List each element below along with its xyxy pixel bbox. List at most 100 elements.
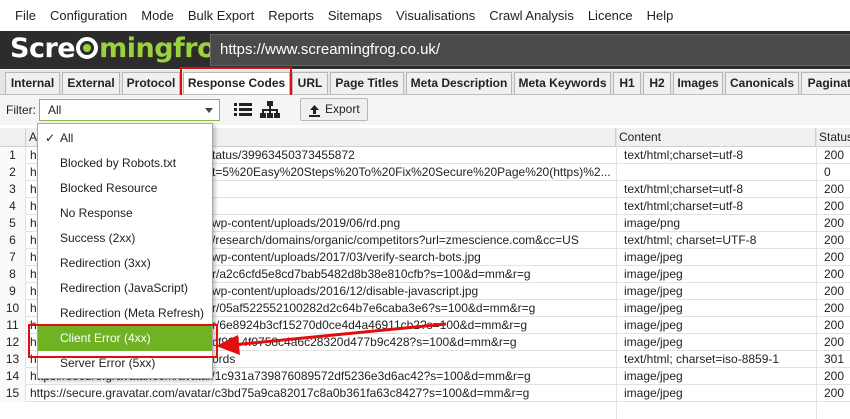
tab-h1[interactable]: H1 <box>613 72 641 94</box>
content-type-cell: image/jpeg <box>624 318 683 332</box>
status-code-cell: 200 <box>824 369 845 383</box>
address-cell-tail: tatus/39963450373455872 <box>212 148 355 162</box>
menu-item-reports[interactable]: Reports <box>261 8 321 23</box>
dropdown-option-redirection-javascript[interactable]: Redirection (JavaScript) <box>38 276 212 301</box>
status-code-cell: 200 <box>824 318 845 332</box>
row-number: 11 <box>0 317 26 334</box>
filter-toolbar: Filter: All Export <box>0 95 850 125</box>
row-number: 8 <box>0 266 26 283</box>
status-code-cell: 200 <box>824 199 845 213</box>
menu-item-configuration[interactable]: Configuration <box>43 8 134 23</box>
filter-selected-value: All <box>48 103 62 117</box>
dropdown-option-success-2xx[interactable]: Success (2xx) <box>38 226 212 251</box>
brand-bar: Scre mingfrog https://www.screamingfrog.c… <box>0 31 850 69</box>
address-cell-tail: r/05af522552100282d2c64b7e6caba3e6?s=100… <box>212 301 536 315</box>
dropdown-option-blocked-resource[interactable]: Blocked Resource <box>38 176 212 201</box>
tab-paginati[interactable]: Paginati <box>801 72 850 94</box>
content-type-cell <box>624 164 816 181</box>
row-number: 13 <box>0 351 26 368</box>
row-number: 3 <box>0 181 26 198</box>
logo-ring-icon <box>76 37 99 59</box>
tab-external[interactable]: External <box>62 72 120 94</box>
status-code-cell: 200 <box>824 301 845 315</box>
menu-item-sitemaps[interactable]: Sitemaps <box>321 8 389 23</box>
row-number: 4 <box>0 198 26 215</box>
tree-view-icon[interactable] <box>258 99 282 121</box>
dropdown-option-label: No Response <box>60 206 133 220</box>
dropdown-option-label: Redirection (3xx) <box>60 256 151 270</box>
content-column-header[interactable]: Content <box>616 128 816 147</box>
status-code-cell: 200 <box>824 386 845 400</box>
dropdown-option-client-error-4xx[interactable]: Client Error (4xx) <box>38 326 212 351</box>
row-number: 2 <box>0 164 26 181</box>
table-row[interactable]: 15 https://secure.gravatar.com/avatar/c3b… <box>0 385 850 402</box>
content-type-cell: image/jpeg <box>624 284 683 298</box>
url-input[interactable]: https://www.screamingfrog.co.uk/ <box>210 34 850 66</box>
status-column-header[interactable]: Status <box>816 128 850 147</box>
tab-internal[interactable]: Internal <box>5 72 60 94</box>
address-cell-tail: t=5%20Easy%20Steps%20To%20Fix%20Secure%2… <box>212 165 611 179</box>
content-type-cell: image/jpeg <box>624 369 683 383</box>
address-cell-tail: r/a2c6cfd5e8cd7bab5482d8b38e810cfb?s=100… <box>212 267 531 281</box>
status-code-cell: 200 <box>824 250 845 264</box>
status-code-cell: 200 <box>824 148 845 162</box>
list-view-icon[interactable] <box>231 99 255 121</box>
status-code-cell: 200 <box>824 233 845 247</box>
tab-url[interactable]: URL <box>292 72 328 94</box>
dropdown-option-server-error-5xx[interactable]: Server Error (5xx) <box>38 351 212 376</box>
dropdown-option-blocked-by-robots-txt[interactable]: Blocked by Robots.txt <box>38 151 212 176</box>
content-type-cell: image/jpeg <box>624 386 683 400</box>
upload-icon <box>308 103 321 124</box>
address-cell-tail: wp-content/uploads/2017/03/verify-search… <box>212 250 481 264</box>
dropdown-option-label: Redirection (Meta Refresh) <box>60 306 205 320</box>
row-number: 1 <box>0 147 26 164</box>
tab-protocol[interactable]: Protocol <box>122 72 180 94</box>
tab-canonicals[interactable]: Canonicals <box>725 72 799 94</box>
row-number: 10 <box>0 300 26 317</box>
tab-h2[interactable]: H2 <box>643 72 671 94</box>
dropdown-option-no-response[interactable]: No Response <box>38 201 212 226</box>
address-cell-tail: /research/domains/organic/competitors?ur… <box>212 233 579 247</box>
content-type-cell: image/jpeg <box>624 250 683 264</box>
dropdown-option-label: Success (2xx) <box>60 231 136 245</box>
menu-item-visualisations[interactable]: Visualisations <box>389 8 482 23</box>
tab-meta-keywords[interactable]: Meta Keywords <box>514 72 611 94</box>
content-type-cell: image/jpeg <box>624 335 683 349</box>
content-type-cell: image/jpeg <box>624 267 683 281</box>
status-code-cell: 200 <box>824 335 845 349</box>
dropdown-option-redirection-3xx[interactable]: Redirection (3xx) <box>38 251 212 276</box>
tab-images[interactable]: Images <box>673 72 723 94</box>
filter-select[interactable]: All <box>39 99 220 121</box>
tab-response-codes[interactable]: Response Codes <box>183 72 290 94</box>
row-number: 6 <box>0 232 26 249</box>
menu-item-help[interactable]: Help <box>640 8 681 23</box>
row-number: 5 <box>0 215 26 232</box>
dropdown-option-label: Redirection (JavaScript) <box>60 281 189 295</box>
address-cell-tail: r/6e8924b3cf15270d0ce4d4a46911cb2?s=100&… <box>212 318 528 332</box>
tab-page-titles[interactable]: Page Titles <box>330 72 404 94</box>
content-type-cell: text/html;charset=utf-8 <box>624 182 744 196</box>
menu-item-mode[interactable]: Mode <box>134 8 181 23</box>
filter-label: Filter: <box>6 103 36 117</box>
screaming-frog-logo: Scre mingfrog <box>10 33 234 64</box>
menu-item-licence[interactable]: Licence <box>581 8 640 23</box>
dropdown-option-label: Blocked by Robots.txt <box>60 156 177 170</box>
dropdown-option-label: All <box>60 131 74 145</box>
dropdown-option-label: Server Error (5xx) <box>60 356 156 370</box>
export-button[interactable]: Export <box>300 98 368 121</box>
menu-item-crawl-analysis[interactable]: Crawl Analysis <box>482 8 581 23</box>
row-number: 7 <box>0 249 26 266</box>
tab-bar: Internal External Protocol Response Codes UR… <box>0 70 850 95</box>
address-cell: https://secure.gravatar.com/avatar/c3bd7… <box>30 386 530 400</box>
tab-meta-description[interactable]: Meta Description <box>406 72 512 94</box>
address-cell-tail: ords <box>212 352 236 366</box>
dropdown-option-redirection-meta-refresh[interactable]: Redirection (Meta Refresh) <box>38 301 212 326</box>
status-code-cell: 200 <box>824 284 845 298</box>
status-code-cell: 200 <box>824 267 845 281</box>
content-type-cell: text/html;charset=utf-8 <box>624 199 744 213</box>
menu-item-bulk-export[interactable]: Bulk Export <box>181 8 261 23</box>
dropdown-option-all[interactable]: ✓ All <box>38 126 212 151</box>
content-type-cell: image/jpeg <box>624 301 683 315</box>
menu-item-file[interactable]: File <box>8 8 43 23</box>
row-number: 15 <box>0 385 26 402</box>
